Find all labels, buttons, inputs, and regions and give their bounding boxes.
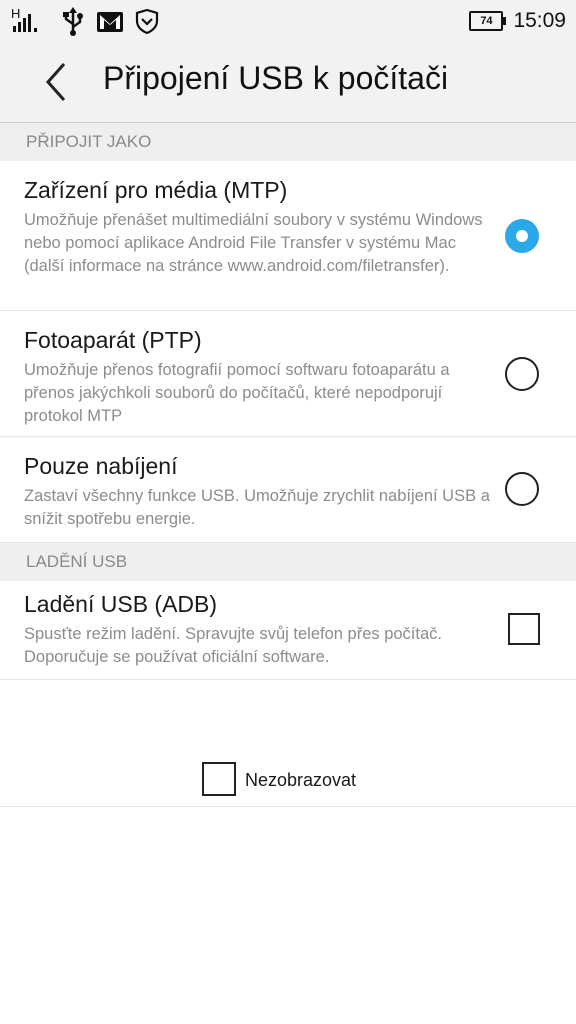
section-header-connect-as: PŘIPOJIT JAKO bbox=[0, 123, 576, 161]
status-time: 15:09 bbox=[513, 9, 566, 32]
back-button[interactable] bbox=[30, 54, 84, 110]
radio-ptp[interactable] bbox=[505, 357, 539, 391]
status-bar: H 74 15:09 bbox=[0, 0, 576, 42]
option-charge-only[interactable]: Pouze nabíjení Zastaví všechny funkce US… bbox=[0, 437, 576, 543]
option-usb-debugging[interactable]: Ladění USB (ADB) Spusťte režim ladění. S… bbox=[0, 581, 576, 680]
option-description: Umožňuje přenos fotografií pomocí softwa… bbox=[24, 361, 450, 425]
option-title: Zařízení pro média (MTP) bbox=[24, 177, 288, 203]
title-bar: Připojení USB k počítači bbox=[0, 42, 576, 123]
option-title: Ladění USB (ADB) bbox=[24, 591, 218, 617]
dont-show-row: Nezobrazovat bbox=[0, 744, 576, 807]
status-left: H bbox=[10, 4, 160, 38]
option-description: Zastaví všechny funkce USB. Umožňuje zry… bbox=[24, 487, 490, 528]
usb-icon bbox=[60, 6, 86, 36]
checkbox-usb-debugging[interactable] bbox=[508, 613, 540, 645]
dont-show-checkbox[interactable] bbox=[202, 762, 236, 796]
battery-icon: 74 bbox=[469, 11, 507, 31]
shield-icon bbox=[134, 6, 160, 36]
option-ptp[interactable]: Fotoaparát (PTP) Umožňuje přenos fotogra… bbox=[0, 311, 576, 437]
page-title: Připojení USB k počítači bbox=[103, 60, 449, 96]
radio-charge-only[interactable] bbox=[505, 472, 539, 506]
option-title: Pouze nabíjení bbox=[24, 453, 178, 479]
option-title: Fotoaparát (PTP) bbox=[24, 327, 202, 353]
status-right: 74 15:09 bbox=[469, 4, 566, 38]
option-description: Umožňuje přenášet multimediální soubory … bbox=[24, 211, 483, 275]
dont-show-label[interactable]: Nezobrazovat bbox=[245, 770, 356, 791]
signal-icon: H bbox=[10, 6, 50, 36]
radio-mtp[interactable] bbox=[505, 219, 539, 253]
option-description: Spusťte režim ladění. Spravujte svůj tel… bbox=[24, 625, 442, 666]
section-header-usb-debugging: LADĚNÍ USB bbox=[0, 543, 576, 581]
option-mtp[interactable]: Zařízení pro média (MTP) Umožňuje přenáš… bbox=[0, 161, 576, 311]
gmail-icon bbox=[96, 6, 124, 36]
chevron-left-icon bbox=[45, 63, 66, 101]
battery-level: 74 bbox=[480, 15, 493, 27]
